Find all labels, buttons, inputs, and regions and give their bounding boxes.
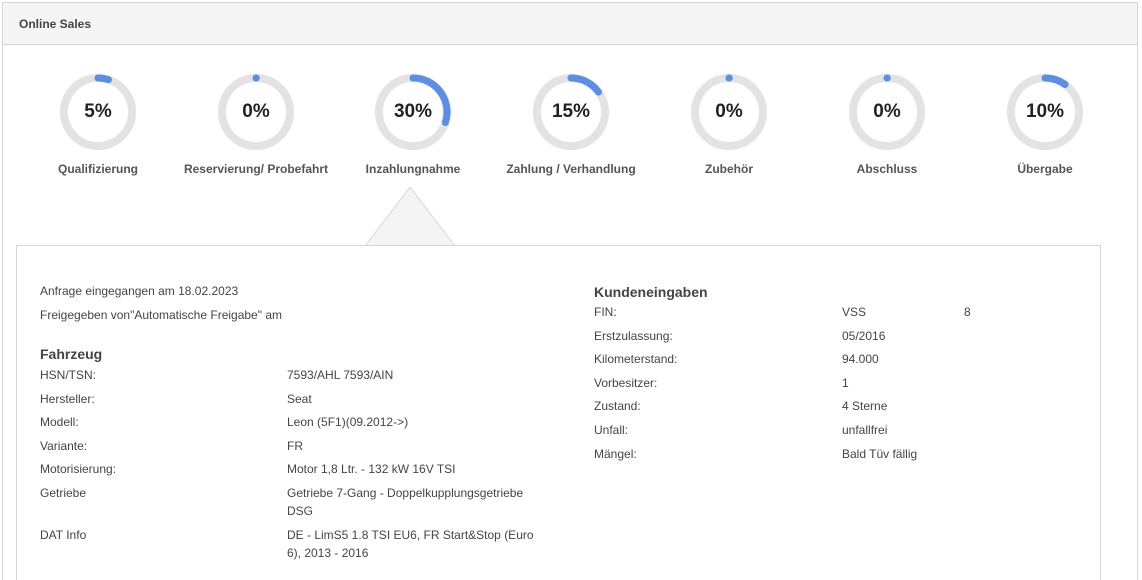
gauge-value: 5%: [84, 101, 112, 122]
gauge-value: 0%: [715, 101, 743, 122]
customer-row-fin: FIN: VSS 8: [594, 303, 1094, 321]
vehicle-row-variante: Variante: FR: [40, 437, 560, 455]
field-value: 7593/AHL 7593/AIN: [287, 368, 394, 382]
gauge-value: 0%: [873, 101, 901, 122]
gauge-value: 10%: [1025, 101, 1065, 122]
gauge-value: 30%: [393, 101, 433, 122]
step-label: Abschluss: [856, 162, 918, 176]
request-column: Anfrage eingegangen am 18.02.2023 Freige…: [40, 284, 560, 567]
field-label: Getriebe: [40, 485, 87, 500]
vehicle-row-getriebe: Getriebe Getriebe 7-Gang - Doppelkupplun…: [40, 484, 560, 520]
gauge-value: 15%: [551, 101, 591, 122]
step-label: Übergabe: [1017, 162, 1073, 176]
step-label: Inzahlungnahme: [365, 162, 461, 176]
customer-row-zustand: Zustand: 4 Sterne: [594, 397, 1094, 415]
field-label: Vorbesitzer:: [594, 375, 658, 390]
vehicle-row-modell: Modell: Leon (5F1)(09.2012->): [40, 413, 560, 431]
request-received-text: Anfrage eingegangen am 18.02.2023: [40, 284, 239, 298]
customer-section-title: Kundeneingaben: [594, 284, 708, 300]
field-label: Erstzulassung:: [594, 328, 673, 343]
field-label: Motorisierung:: [40, 462, 117, 477]
progress-gauge: 30%: [372, 71, 454, 153]
field-value: unfallfrei: [842, 422, 888, 437]
sales-steps: 5% Qualifizierung 0% Reservierung/ Probe…: [3, 45, 1139, 185]
panel-title: Online Sales: [19, 16, 92, 31]
field-label: Hersteller:: [40, 391, 95, 406]
gauge-value: 0%: [242, 101, 270, 122]
field-label: HSN/TSN:: [40, 368, 97, 382]
panel-header: Online Sales: [3, 3, 1137, 45]
fin-suffix: 8: [964, 305, 971, 319]
step-zubehoer[interactable]: 0% Zubehör: [639, 71, 819, 176]
progress-gauge: 0%: [688, 71, 770, 153]
fin-value: VSS: [842, 305, 867, 319]
customer-row-erstzulassung: Erstzulassung: 05/2016: [594, 327, 1094, 345]
field-value: 94.000: [842, 352, 879, 367]
customer-input-column: Kundeneingaben FIN: VSS 8 Erstzulassung:…: [594, 284, 1094, 468]
step-label: Qualifizierung: [57, 162, 138, 176]
field-value: 05/2016: [842, 328, 886, 343]
progress-gauge: 15%: [530, 71, 612, 153]
field-label: Kilometerstand:: [594, 352, 678, 367]
active-step-pointer: [364, 186, 456, 247]
field-value: Motor 1,8 Ltr. - 132 kW 16V TSI: [287, 462, 456, 477]
vehicle-section-title: Fahrzeug: [40, 346, 103, 362]
customer-row-maengel: Mängel: Bald Tüv fällig: [594, 445, 1094, 463]
field-label: Variante:: [40, 438, 88, 453]
vehicle-row-dat-info: DAT Info DE - LimS5 1.8 TSI EU6, FR Star…: [40, 526, 560, 562]
step-zahlung-verhandlung[interactable]: 15% Zahlung / Verhandlung: [481, 71, 661, 176]
customer-row-kilometerstand: Kilometerstand: 94.000: [594, 350, 1094, 368]
field-label: Mängel:: [594, 446, 637, 461]
step-qualifizierung[interactable]: 5% Qualifizierung: [8, 71, 188, 176]
field-value: 1: [842, 375, 849, 390]
step-abschluss[interactable]: 0% Abschluss: [797, 71, 977, 176]
field-label: Zustand:: [594, 399, 641, 414]
vehicle-row-hersteller: Hersteller: Seat: [40, 390, 560, 408]
progress-gauge: 5%: [57, 71, 139, 153]
vehicle-row-motorisierung: Motorisierung: Motor 1,8 Ltr. - 132 kW 1…: [40, 460, 560, 478]
field-label: DAT Info: [40, 527, 87, 542]
step-label: Reservierung/ Probefahrt: [183, 162, 329, 176]
field-label: FIN:: [594, 305, 617, 319]
customer-row-vorbesitzer: Vorbesitzer: 1: [594, 374, 1094, 392]
step-label: Zahlung / Verhandlung: [506, 162, 636, 176]
step-reservierung-probefahrt[interactable]: 0% Reservierung/ Probefahrt: [166, 71, 346, 176]
customer-row-unfall: Unfall: unfallfrei: [594, 421, 1094, 439]
field-label: Modell:: [40, 415, 79, 430]
step-inzahlungnahme[interactable]: 30% Inzahlungnahme: [323, 71, 503, 176]
field-label: Unfall:: [594, 422, 629, 437]
field-value: FR: [287, 438, 303, 453]
step-label: Zubehör: [705, 162, 753, 176]
field-value: DE - LimS5 1.8 TSI EU6, FR Start&Stop (E…: [287, 527, 534, 560]
released-by-text: Freigegeben von"Automatische Freigabe" a…: [40, 308, 282, 322]
step-detail-panel: Anfrage eingegangen am 18.02.2023 Freige…: [16, 245, 1101, 580]
step-uebergabe[interactable]: 10% Übergabe: [955, 71, 1135, 176]
field-value: Getriebe 7-Gang - Doppelkupplungsgetrieb…: [287, 485, 524, 518]
progress-gauge: 0%: [215, 71, 297, 153]
progress-gauge: 10%: [1004, 71, 1086, 153]
progress-gauge: 0%: [846, 71, 928, 153]
field-value: Bald Tüv fällig: [842, 446, 918, 461]
field-value: 4 Sterne: [842, 399, 888, 414]
field-value: Leon (5F1)(09.2012->): [287, 415, 409, 430]
field-value: Seat: [287, 391, 312, 406]
vehicle-row-hsn-tsn: HSN/TSN: 7593/AHL 7593/AIN: [40, 366, 560, 384]
